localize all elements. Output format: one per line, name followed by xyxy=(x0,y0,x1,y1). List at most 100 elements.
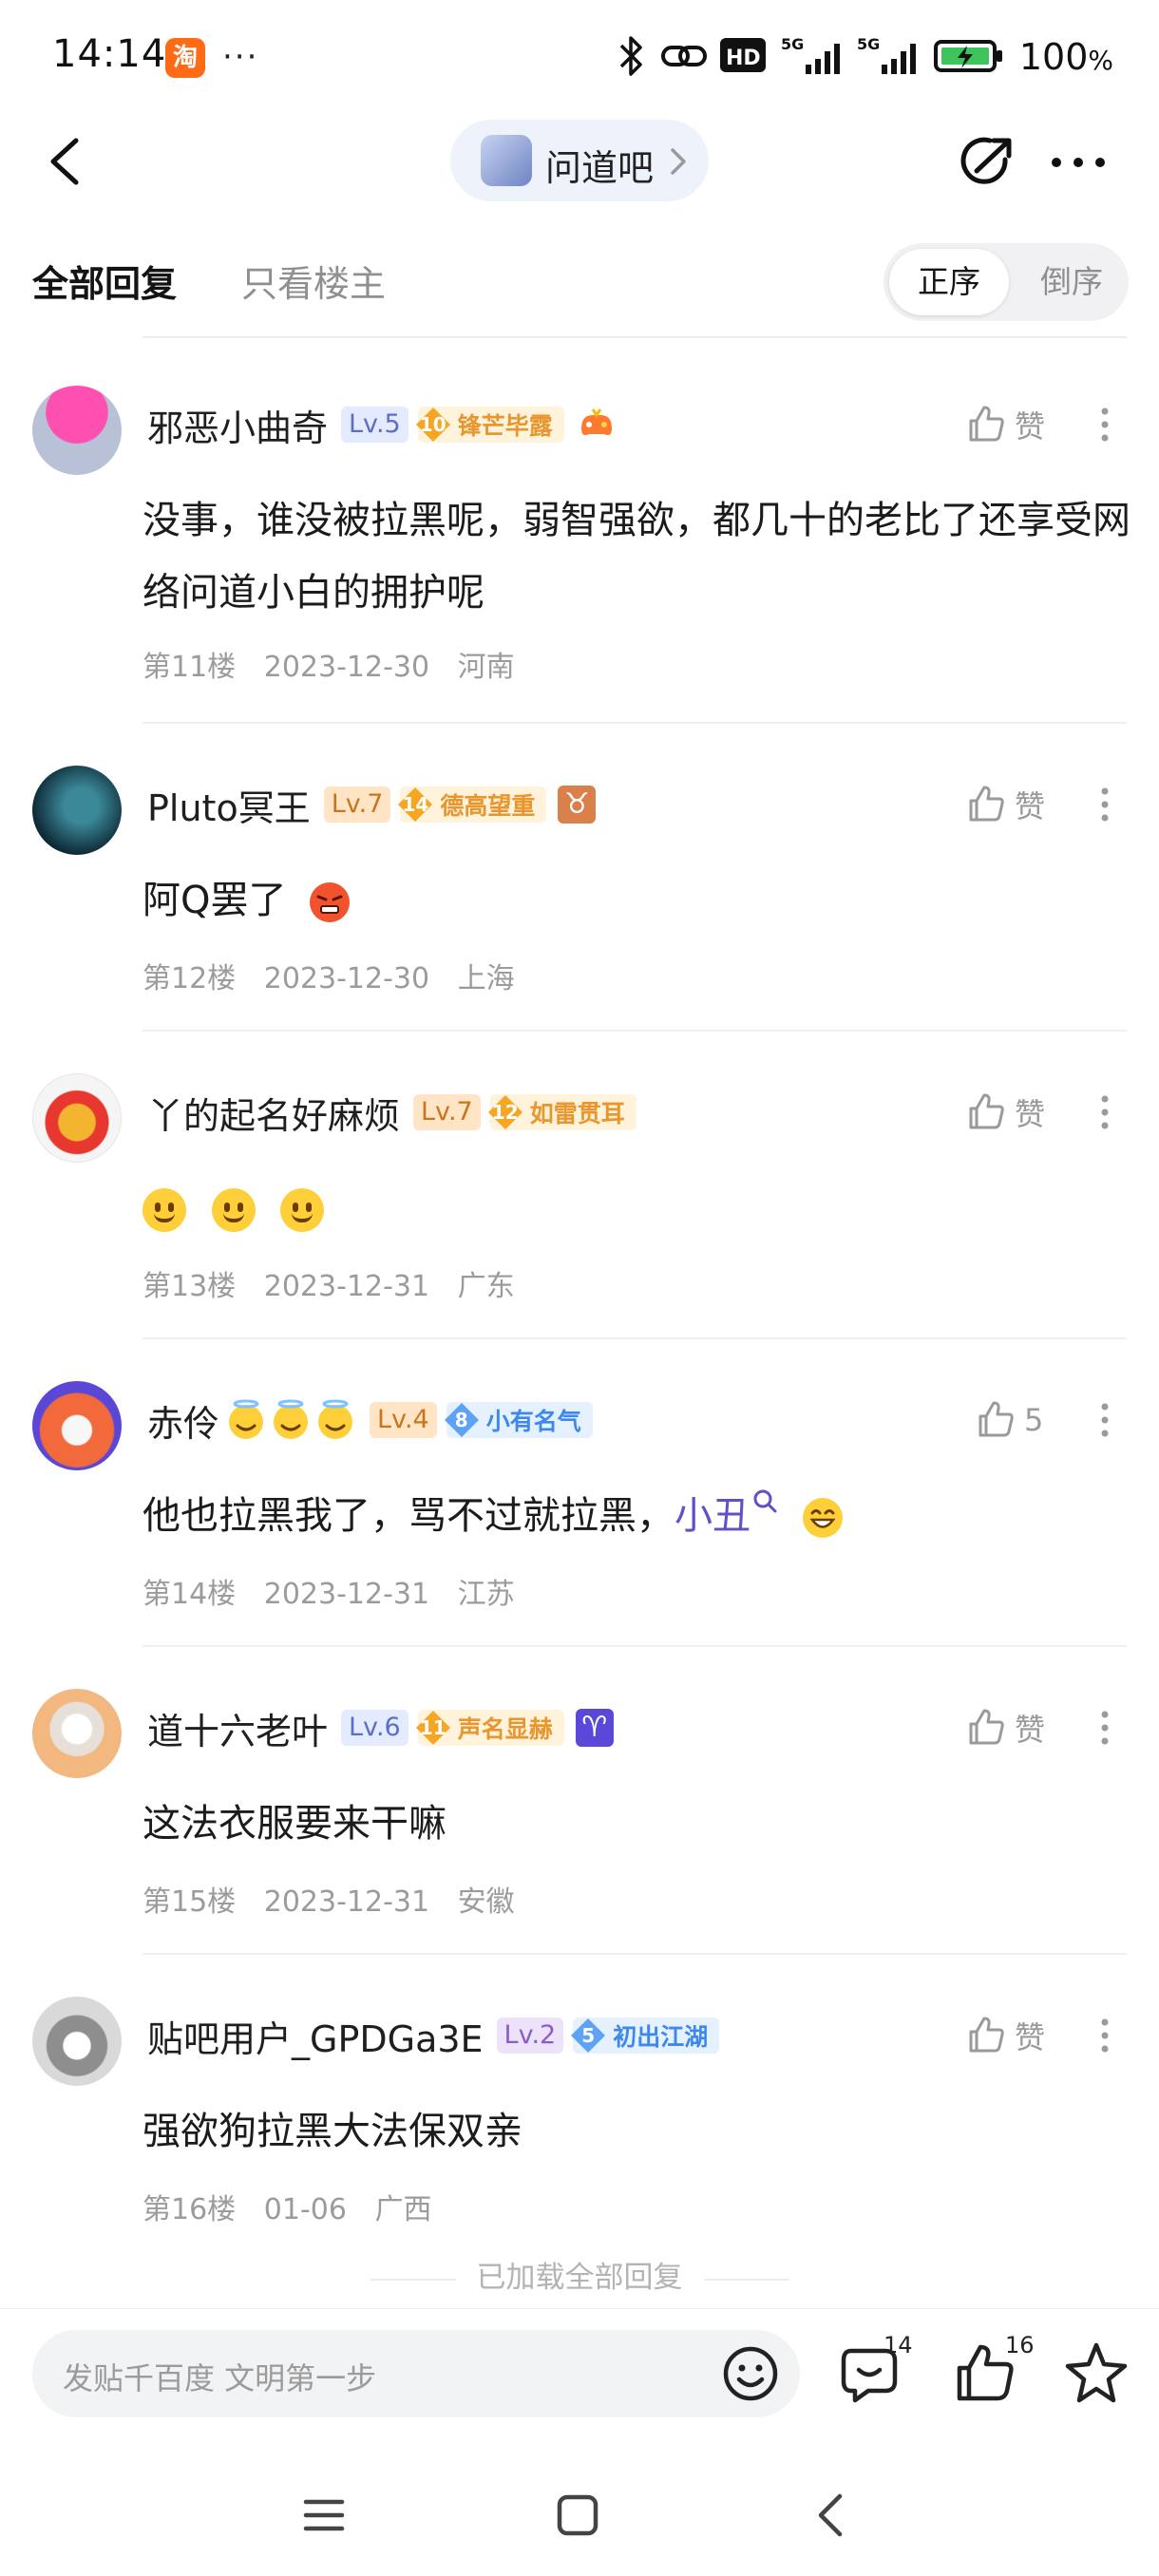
diamond-icon: 10 xyxy=(414,406,452,444)
comment-header: 道十六老叶 Lv.6 11 声名显赫 ♈ xyxy=(147,1695,614,1761)
comment-more-icon[interactable] xyxy=(1091,1079,1119,1146)
comment-more-icon[interactable] xyxy=(1091,2002,1119,2069)
forum-pill[interactable]: 问道吧 xyxy=(450,120,709,201)
post-date: 2023-12-31 xyxy=(263,1270,430,1303)
floor-number: 第14楼 xyxy=(142,1578,237,1611)
post-location: 广西 xyxy=(374,2193,432,2226)
link-icon xyxy=(661,46,707,66)
post-location: 江苏 xyxy=(457,1578,515,1611)
username[interactable]: 丫的起名好麻烦 xyxy=(147,1087,400,1139)
diamond-icon: 8 xyxy=(443,1401,481,1439)
comment-input-placeholder: 发贴千百度 文明第一步 xyxy=(63,2360,377,2396)
post-date: 2023-12-30 xyxy=(263,651,430,684)
comment-more-icon[interactable] xyxy=(1091,771,1119,838)
post-location: 广东 xyxy=(457,1270,515,1303)
honor-title: 小有名气 xyxy=(485,1408,581,1435)
order-asc-button[interactable]: 正序 xyxy=(889,249,1009,315)
battery-value: 100 xyxy=(1018,36,1089,78)
smile-emoji-icon xyxy=(211,1188,256,1232)
angry-face-emoji-icon xyxy=(310,882,351,922)
favorite-star-button[interactable] xyxy=(1060,2338,1132,2410)
forum-name: 问道吧 xyxy=(545,147,655,189)
more-options-button[interactable] xyxy=(1045,139,1112,186)
svg-text:5G: 5G xyxy=(857,35,880,53)
username[interactable]: 邪恶小曲奇 xyxy=(147,399,328,451)
like-label: 赞 xyxy=(1015,408,1046,445)
thumbs-up-icon xyxy=(969,1093,1004,1129)
comment-floor-12: Pluto冥王 Lv.7 14 德高望重 ♉ 赞 阿Q罢了 第12楼 2023-… xyxy=(0,724,1159,1032)
search-icon[interactable] xyxy=(750,1487,779,1516)
grin-emoji-icon xyxy=(802,1498,843,1538)
home-icon[interactable] xyxy=(555,2492,600,2538)
like-button[interactable]: 5 xyxy=(975,1387,1043,1453)
like-button[interactable]: 赞 xyxy=(965,1695,1045,1761)
post-location: 安徽 xyxy=(457,1885,515,1919)
diamond-icon: 14 xyxy=(396,786,434,824)
post-date: 2023-12-30 xyxy=(263,962,430,995)
honor-badge: 10 锋芒毕露 xyxy=(415,407,564,443)
comment-text: 这法衣服要来干嘛 xyxy=(142,1802,446,1846)
level-badge: Lv.7 xyxy=(323,786,391,823)
comment-floor-15: 道十六老叶 Lv.6 11 声名显赫 ♈ 赞 这法衣服要来干嘛 第15楼 202… xyxy=(0,1647,1159,1955)
avatar[interactable] xyxy=(32,386,122,475)
honor-badge: 5 初出江湖 xyxy=(571,2017,720,2054)
all-loaded-notice: 已加载全部回复 xyxy=(0,2253,1159,2296)
avatar[interactable] xyxy=(32,1997,122,2086)
reply-tabs: 全部回复 只看楼主 正序 倒序 xyxy=(0,237,1159,338)
like-button[interactable]: 赞 xyxy=(965,771,1045,838)
order-desc-button[interactable]: 倒序 xyxy=(1024,249,1119,315)
comment-meta: 第12楼 2023-12-30 上海 xyxy=(142,955,534,996)
username[interactable]: 贴吧用户_GPDGa3E xyxy=(147,2010,484,2062)
floor-number: 第15楼 xyxy=(142,1885,237,1919)
taobao-app-icon: 淘 xyxy=(165,38,205,78)
like-label: 赞 xyxy=(1015,788,1046,824)
floor-number: 第11楼 xyxy=(142,651,237,684)
honor-title: 初出江湖 xyxy=(613,2023,709,2051)
comment-meta: 第15楼 2023-12-31 安徽 xyxy=(142,1878,534,1920)
back-button[interactable] xyxy=(38,133,95,190)
honor-badge: 12 如雷贯耳 xyxy=(487,1094,636,1130)
username[interactable]: 道十六老叶 xyxy=(147,1702,328,1754)
username[interactable]: Pluto冥王 xyxy=(147,779,311,831)
like-button[interactable]: 赞 xyxy=(965,391,1045,458)
honor-badge: 8 小有名气 xyxy=(443,1401,593,1439)
emoji-button[interactable] xyxy=(716,2339,785,2408)
avatar[interactable] xyxy=(32,1381,122,1470)
battery-icon xyxy=(934,40,1002,72)
like-button[interactable]: 赞 xyxy=(965,2002,1045,2069)
thumbs-up-icon xyxy=(969,1709,1004,1745)
all-loaded-text: 已加载全部回复 xyxy=(476,2261,683,2295)
comment-more-icon[interactable] xyxy=(1091,1695,1119,1761)
share-button[interactable] xyxy=(956,131,1018,194)
honor-level: 14 xyxy=(402,793,429,816)
tab-all-replies[interactable]: 全部回复 xyxy=(32,255,177,307)
username[interactable]: 赤伶 xyxy=(147,1394,219,1447)
avatar[interactable] xyxy=(32,766,122,855)
comment-meta: 第16楼 01-06 广西 xyxy=(142,2186,450,2227)
honor-badge: 11 声名显赫 xyxy=(415,1710,564,1746)
svg-text:5G: 5G xyxy=(781,35,804,53)
post-like-count: 16 xyxy=(1005,2332,1035,2358)
like-button[interactable]: 赞 xyxy=(965,1079,1045,1146)
menu-icon[interactable] xyxy=(300,2494,348,2536)
comment-more-icon[interactable] xyxy=(1091,1387,1119,1453)
bluetooth-icon xyxy=(619,36,642,76)
honor-title: 如雷贯耳 xyxy=(529,1100,625,1127)
post-date: 01-06 xyxy=(263,2193,347,2226)
diamond-icon: 5 xyxy=(569,2017,607,2055)
keyword-link[interactable]: 小丑 xyxy=(674,1494,750,1538)
level-badge: Lv.2 xyxy=(496,2017,564,2054)
comment-floor-13: 丫的起名好麻烦 Lv.7 12 如雷贯耳 赞 第13楼 2023-12-31 广… xyxy=(0,1032,1159,1339)
bottom-action-bar: 发贴千百度 文明第一步 14 16 xyxy=(0,2308,1159,2441)
avatar[interactable] xyxy=(32,1689,122,1778)
avatar[interactable] xyxy=(32,1073,122,1163)
comment-text: 阿Q罢了 xyxy=(142,864,1130,937)
forum-avatar xyxy=(481,135,532,186)
comment-more-icon[interactable] xyxy=(1091,391,1119,458)
system-back-icon[interactable] xyxy=(809,2491,851,2540)
nav-bar: 问道吧 xyxy=(0,114,1159,209)
comment-input[interactable]: 发贴千百度 文明第一步 xyxy=(32,2330,800,2417)
tab-owner-only[interactable]: 只看楼主 xyxy=(241,255,386,307)
hd-icon: HD xyxy=(720,38,766,72)
comment-text: 他也拉黑我了，骂不过就拉黑，小丑 xyxy=(142,1480,1130,1552)
